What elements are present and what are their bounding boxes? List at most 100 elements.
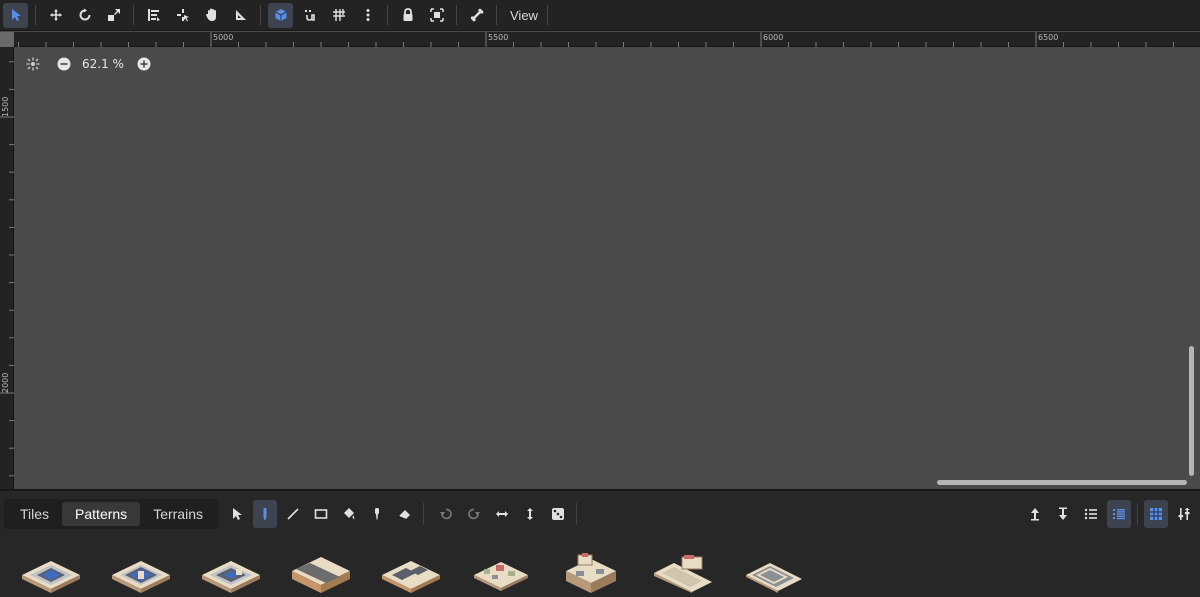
ruler-label-6000: 6000 — [763, 33, 784, 42]
pattern-thumbnail[interactable] — [380, 549, 442, 593]
flip-vertical-button[interactable] — [518, 500, 542, 528]
eyedropper-icon — [374, 508, 379, 520]
snap-tool-button[interactable] — [297, 3, 322, 28]
line-brush-button[interactable] — [281, 500, 305, 528]
sliders-icon — [1178, 508, 1190, 520]
horizontal-scrollbar[interactable] — [937, 480, 1187, 485]
ruler-tool-button[interactable] — [228, 3, 253, 28]
group-tool-button[interactable] — [424, 3, 449, 28]
group-icon — [429, 8, 444, 22]
picker-brush-button[interactable] — [365, 500, 389, 528]
random-button[interactable] — [546, 500, 570, 528]
rotate-tool-button[interactable] — [72, 3, 97, 28]
grid-icon — [1150, 508, 1162, 520]
toolbar-separator — [1137, 503, 1138, 525]
grid-icon — [332, 9, 345, 21]
detail-view-button[interactable] — [1107, 500, 1131, 528]
vertical-scrollbar[interactable] — [1189, 346, 1194, 476]
list-icon — [1084, 508, 1097, 520]
ruler-ticks — [18, 32, 1174, 47]
smart-snap-tool-button[interactable] — [268, 2, 293, 28]
tile-editor: View 5000 5500 6000 6500 1500 2000 62.1 … — [0, 0, 1200, 597]
grid-view-button[interactable] — [1144, 500, 1168, 528]
bone-tool-button[interactable] — [464, 3, 489, 28]
pattern-thumbnail[interactable] — [560, 549, 622, 593]
rect-brush-button[interactable] — [309, 500, 333, 528]
tab-patterns[interactable]: Patterns — [62, 502, 141, 526]
scale-tool-button[interactable] — [101, 3, 126, 28]
move-icon — [49, 9, 62, 21]
tileset-panel: Tiles Patterns Terrains — [0, 489, 1200, 597]
arrow-up-icon — [1031, 508, 1039, 521]
pattern-thumbnail[interactable] — [200, 549, 262, 593]
pan-tool-button[interactable] — [199, 3, 224, 28]
pattern-thumbnail[interactable] — [470, 549, 532, 593]
eraser-brush-button[interactable] — [393, 500, 417, 528]
tab-terrains[interactable]: Terrains — [140, 502, 216, 526]
view-menu[interactable]: View — [504, 8, 544, 23]
lock-tool-button[interactable] — [395, 3, 420, 28]
pattern-thumbnail[interactable] — [652, 549, 714, 593]
select-brush-button[interactable] — [225, 500, 249, 528]
zoom-out-button[interactable] — [56, 56, 72, 72]
zoom-out-icon — [57, 57, 71, 71]
list-view-button[interactable] — [1079, 500, 1103, 528]
vertical-ruler[interactable]: 1500 2000 — [0, 47, 14, 489]
redo-button[interactable] — [462, 500, 486, 528]
pattern-thumbnail[interactable] — [290, 549, 352, 593]
snap-list-tool-button[interactable] — [141, 3, 166, 28]
line-icon — [287, 508, 299, 520]
undo-button[interactable] — [434, 500, 458, 528]
zoom-in-button[interactable] — [136, 56, 152, 72]
toolbar-separator — [546, 5, 548, 25]
ruler-label-1500: 1500 — [1, 96, 10, 117]
toolbar-separator — [133, 5, 134, 25]
scale-icon — [107, 9, 120, 21]
list-snap-icon — [147, 9, 160, 21]
cube-icon — [274, 9, 287, 21]
fit-view-icon — [26, 57, 40, 71]
arrow-down-icon — [1059, 507, 1067, 520]
move-up-button[interactable] — [1023, 500, 1047, 528]
settings-button[interactable] — [1172, 500, 1196, 528]
tileset-toolbar: Tiles Patterns Terrains — [4, 498, 1196, 530]
toolbar-separator — [260, 5, 261, 25]
cursor-icon — [232, 508, 242, 520]
pivot-icon — [176, 9, 189, 22]
redo-icon — [468, 508, 480, 520]
fill-brush-button[interactable] — [337, 500, 361, 528]
ruler-icon — [235, 10, 246, 20]
ruler-label-6500: 6500 — [1038, 33, 1059, 42]
horizontal-ruler[interactable]: 5000 5500 6000 6500 — [0, 32, 1200, 47]
select-tool-button[interactable] — [3, 2, 28, 28]
ruler-label-5000: 5000 — [213, 33, 234, 42]
main-toolbar: View — [0, 0, 1200, 31]
rotate-icon — [79, 8, 90, 21]
flip-horizontal-button[interactable] — [490, 500, 514, 528]
zoom-in-icon — [137, 57, 151, 71]
tab-tiles[interactable]: Tiles — [7, 502, 62, 526]
paint-bucket-icon — [343, 508, 355, 519]
more-tool-button[interactable] — [355, 3, 380, 28]
pattern-thumbnail[interactable] — [742, 549, 804, 593]
toolbar-separator — [387, 5, 388, 25]
fit-view-button[interactable] — [25, 56, 41, 72]
ruler-corner — [0, 32, 14, 47]
magnet-icon — [304, 10, 315, 21]
kebab-icon — [366, 9, 369, 21]
move-down-button[interactable] — [1051, 500, 1075, 528]
zoom-level: 62.1 % — [82, 57, 124, 71]
bone-icon — [470, 8, 483, 22]
paint-brush-button[interactable] — [252, 500, 277, 528]
eraser-icon — [398, 510, 410, 520]
rectangle-icon — [314, 509, 328, 519]
grid-tool-button[interactable] — [326, 3, 351, 28]
pivot-tool-button[interactable] — [170, 3, 195, 28]
map-canvas[interactable]: 62.1 % — [15, 48, 1200, 489]
pattern-thumbnail[interactable] — [20, 549, 82, 593]
undo-icon — [439, 508, 452, 520]
move-tool-button[interactable] — [43, 3, 68, 28]
toolbar-separator — [575, 503, 577, 525]
cursor-icon — [11, 9, 21, 21]
pattern-thumbnail[interactable] — [110, 549, 172, 593]
